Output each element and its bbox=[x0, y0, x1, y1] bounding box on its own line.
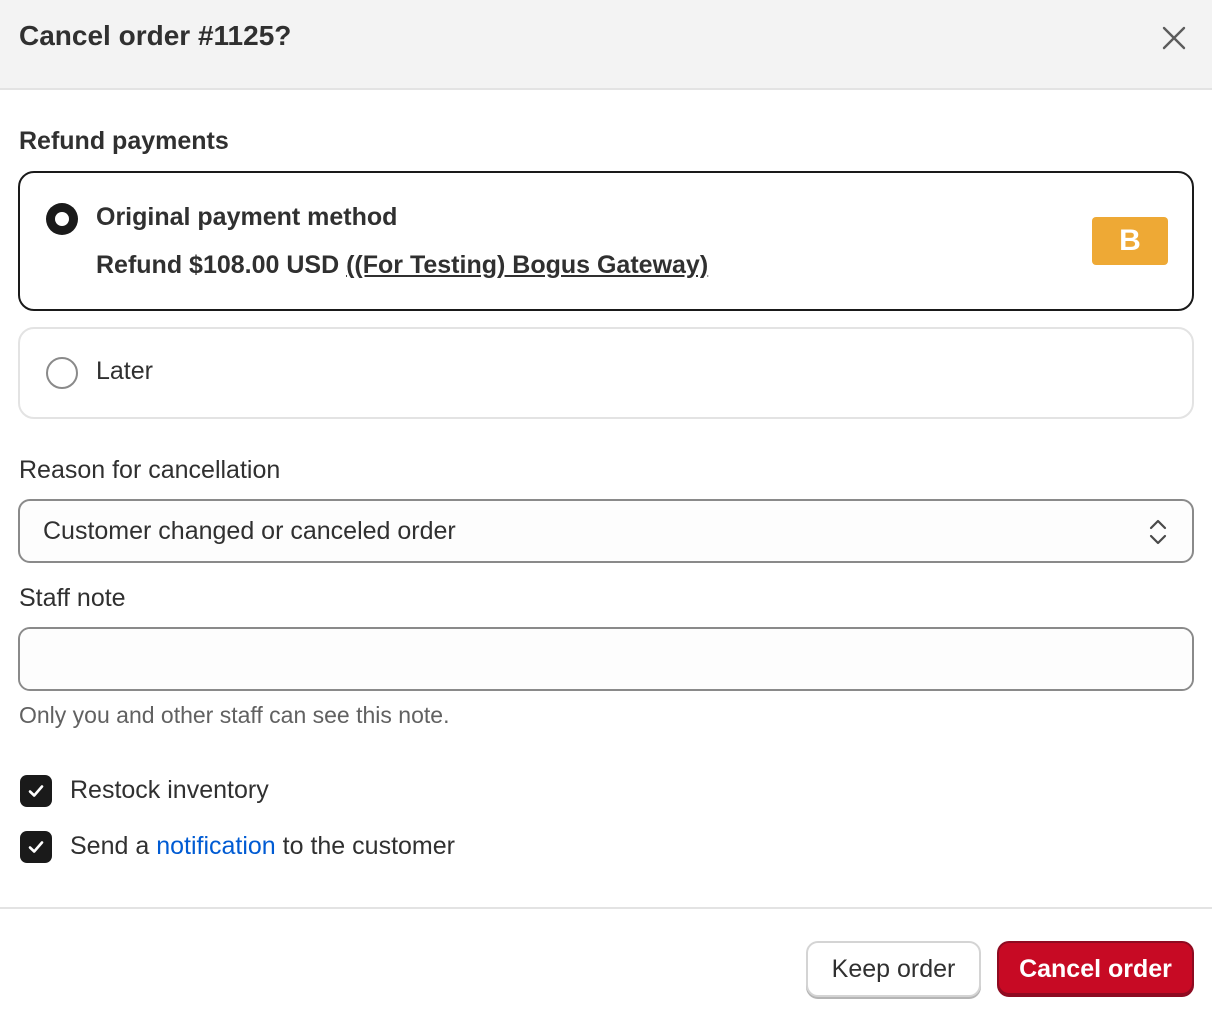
notify-checkbox[interactable] bbox=[20, 831, 52, 863]
radio-original-payment[interactable] bbox=[46, 203, 78, 235]
option-description-original: Refund $108.00 USD ((For Testing) Bogus … bbox=[96, 251, 708, 280]
select-chevron-icon bbox=[1149, 519, 1167, 545]
refund-option-later[interactable]: Later bbox=[18, 327, 1194, 419]
notify-prefix: Send a bbox=[70, 832, 157, 860]
cancel-order-button[interactable]: Cancel order bbox=[997, 941, 1194, 997]
checkmark-icon bbox=[28, 785, 44, 797]
dialog-title: Cancel order #1125? bbox=[19, 20, 292, 51]
notify-label: Send a notification to the customer bbox=[70, 832, 455, 861]
notification-link[interactable]: notification bbox=[156, 832, 276, 860]
restock-checkbox[interactable] bbox=[20, 775, 52, 807]
refund-option-original[interactable]: Original payment method Refund $108.00 U… bbox=[18, 171, 1194, 311]
staff-note-label: Staff note bbox=[19, 584, 126, 612]
footer-divider bbox=[0, 907, 1212, 909]
keep-order-button[interactable]: Keep order bbox=[806, 941, 981, 997]
checkmark-icon bbox=[28, 841, 44, 853]
cancel-order-dialog: Cancel order #1125? Refund payments Orig… bbox=[0, 0, 1212, 1014]
refund-payments-label: Refund payments bbox=[19, 127, 229, 155]
gateway-logo-badge: B bbox=[1092, 217, 1168, 265]
gateway-link[interactable]: ((For Testing) Bogus Gateway) bbox=[346, 251, 708, 279]
reason-selected-value: Customer changed or canceled order bbox=[43, 517, 456, 545]
reason-label: Reason for cancellation bbox=[19, 456, 281, 484]
close-button[interactable] bbox=[1154, 18, 1194, 58]
dialog-header: Cancel order #1125? bbox=[0, 0, 1212, 90]
restock-label: Restock inventory bbox=[70, 776, 269, 804]
refund-amount-text: Refund $108.00 USD bbox=[96, 251, 347, 279]
staff-note-input[interactable] bbox=[18, 627, 1194, 691]
notify-suffix: to the customer bbox=[275, 832, 455, 860]
close-icon bbox=[1162, 26, 1186, 50]
staff-note-help: Only you and other staff can see this no… bbox=[19, 702, 450, 728]
option-title-later: Later bbox=[96, 357, 153, 385]
option-title-original: Original payment method bbox=[96, 203, 398, 231]
radio-later[interactable] bbox=[46, 357, 78, 389]
reason-select[interactable]: Customer changed or canceled order bbox=[18, 499, 1194, 563]
